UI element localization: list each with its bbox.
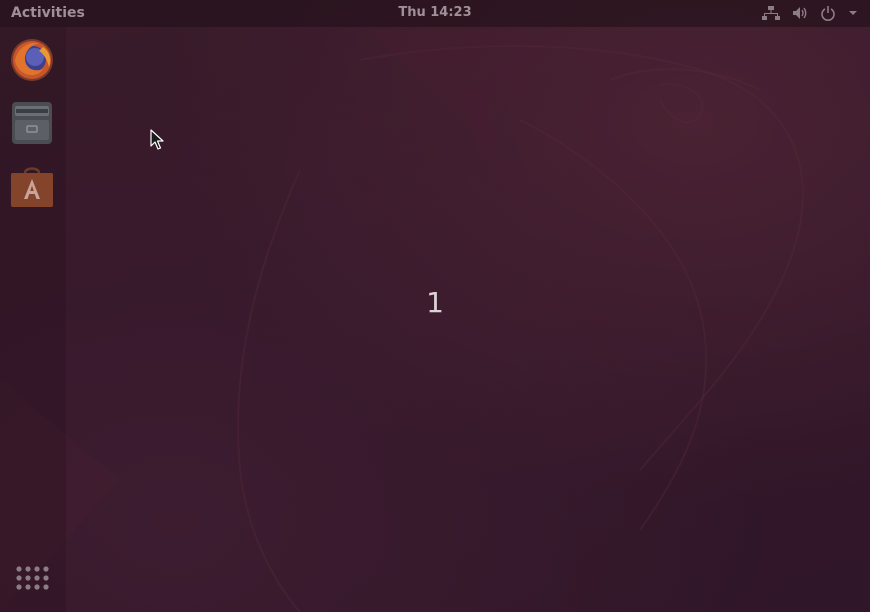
firefox-icon xyxy=(9,37,55,83)
power-icon xyxy=(820,5,836,21)
volume-icon xyxy=(792,5,808,21)
dock-item-firefox[interactable] xyxy=(9,37,55,83)
clock[interactable]: Thu 14:23 xyxy=(0,5,870,20)
chevron-down-icon xyxy=(848,9,858,17)
top-bar: Activities Thu 14:23 xyxy=(0,0,870,27)
mouse-cursor-icon xyxy=(150,129,164,155)
workspace-number: 1 xyxy=(426,286,444,319)
network-icon xyxy=(762,5,780,21)
dock xyxy=(0,27,66,612)
dock-item-software[interactable] xyxy=(9,163,55,209)
app-grid-icon xyxy=(14,566,50,604)
desktop: Activities Thu 14:23 1 xyxy=(0,0,870,612)
dock-item-files[interactable] xyxy=(9,100,55,146)
system-tray[interactable] xyxy=(762,4,858,22)
software-center-icon xyxy=(9,163,55,209)
show-applications-button[interactable] xyxy=(14,564,50,600)
files-icon xyxy=(9,100,55,146)
